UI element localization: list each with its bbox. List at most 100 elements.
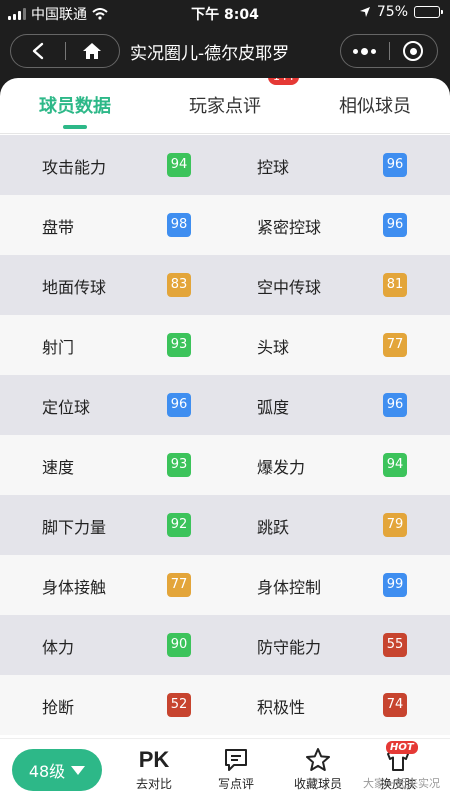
more-button[interactable]: [341, 35, 389, 67]
stat-item: 盘带 98: [0, 195, 225, 255]
star-icon: [306, 748, 330, 771]
stat-item: 空中传球 81: [225, 255, 450, 315]
stat-label: 地面传球: [42, 278, 107, 297]
tab-label: 球员数据: [39, 96, 111, 117]
dropdown-triangle-icon: [71, 765, 86, 775]
title-bar: 实况圈儿-德尔皮耶罗: [0, 26, 450, 76]
location-arrow-icon: [359, 7, 370, 17]
compare-button[interactable]: PK 去对比: [122, 747, 186, 792]
stat-value-badge: 77: [167, 573, 191, 597]
stat-item: 定位球 96: [0, 375, 225, 435]
comment-icon: [225, 749, 247, 771]
stat-item: 身体控制 99: [225, 555, 450, 615]
stat-value-badge: 79: [383, 513, 407, 537]
stat-value-badge: 55: [383, 633, 407, 657]
stat-label: 紧密控球: [257, 218, 322, 237]
stat-row: 地面传球 83 空中传球 81: [0, 255, 450, 315]
stat-value-badge: 96: [383, 393, 407, 417]
stat-item: 身体接触 77: [0, 555, 225, 615]
stat-value-badge: 81: [383, 273, 407, 297]
watermark-text: 大家一起来实况: [363, 777, 440, 790]
stat-value-badge: 93: [167, 453, 191, 477]
stat-value-badge: 98: [167, 213, 191, 237]
favorite-label: 收藏球员: [293, 777, 342, 791]
more-capsule: [340, 34, 438, 68]
tab-label: 玩家点评: [189, 96, 261, 117]
stat-label: 爆发力: [257, 458, 306, 477]
stat-value-badge: 94: [383, 453, 407, 477]
stat-value-badge: 96: [167, 393, 191, 417]
target-icon: [403, 41, 424, 61]
stat-item: 攻击能力 94: [0, 135, 225, 195]
stat-item: 跳跃 79: [225, 495, 450, 555]
stat-row: 定位球 96 弧度 96: [0, 375, 450, 435]
stat-label: 控球: [257, 158, 290, 177]
pk-icon: PK: [138, 747, 170, 772]
home-button[interactable]: [66, 35, 120, 67]
stats-list: 攻击能力 94 控球 96 盘带 98 紧密控球 96 地面传球 83 空中传球 81 射门 93 头球 77…: [0, 135, 450, 735]
stat-value-badge: 83: [167, 273, 191, 297]
page-title: 实况圈儿-德尔皮耶罗: [130, 44, 290, 64]
hot-badge: HOT: [386, 741, 418, 754]
write-review-button[interactable]: 写点评: [204, 747, 268, 792]
tab-player-data[interactable]: 球员数据: [0, 78, 150, 133]
stat-row: 盘带 98 紧密控球 96: [0, 195, 450, 255]
status-right: 75%: [359, 4, 443, 20]
stat-label: 身体接触: [42, 578, 107, 597]
tab-label: 相似球员: [339, 96, 411, 117]
stat-item: 速度 93: [0, 435, 225, 495]
stat-item: 体力 90: [0, 615, 225, 675]
stat-item: 地面传球 83: [0, 255, 225, 315]
stat-row: 抢断 52 积极性 74: [0, 675, 450, 735]
stat-label: 盘带: [42, 218, 75, 237]
stat-value-badge: 90: [167, 633, 191, 657]
stat-row: 身体接触 77 身体控制 99: [0, 555, 450, 615]
tab-similar-players[interactable]: 相似球员: [300, 78, 450, 133]
home-icon: [83, 43, 102, 59]
stat-label: 头球: [257, 338, 290, 357]
stat-value-badge: 94: [167, 153, 191, 177]
tab-bar: 球员数据 玩家点评 144 相似球员: [0, 78, 450, 134]
favorite-player-button[interactable]: 收藏球员: [286, 747, 350, 792]
stat-item: 头球 77: [225, 315, 450, 375]
stat-label: 身体控制: [257, 578, 322, 597]
level-label: 48级: [28, 762, 66, 781]
battery-icon: [414, 6, 443, 18]
stat-value-badge: 96: [383, 153, 407, 177]
compare-label: 去对比: [135, 777, 172, 791]
stat-label: 射门: [42, 338, 75, 357]
stat-item: 弧度 96: [225, 375, 450, 435]
write-review-label: 写点评: [217, 777, 254, 791]
main-content: 球员数据 玩家点评 144 相似球员 攻击能力 94 控球 96 盘带 98 紧密控球 96 地…: [0, 78, 450, 738]
stat-item: 脚下力量 92: [0, 495, 225, 555]
status-bar: 中国联通 下午 8:04 75%: [0, 0, 450, 26]
stat-item: 抢断 52: [0, 675, 225, 735]
stat-item: 爆发力 94: [225, 435, 450, 495]
more-dots-icon: [353, 47, 377, 55]
stat-label: 防守能力: [257, 638, 322, 657]
stat-value-badge: 77: [383, 333, 407, 357]
back-arrow-icon: [32, 42, 43, 60]
stat-value-badge: 93: [167, 333, 191, 357]
stat-label: 积极性: [257, 698, 306, 717]
stat-label: 定位球: [42, 398, 91, 417]
stat-item: 紧密控球 96: [225, 195, 450, 255]
tab-player-reviews[interactable]: 玩家点评 144: [150, 78, 300, 133]
stat-label: 脚下力量: [42, 518, 107, 537]
stat-item: 射门 93: [0, 315, 225, 375]
stat-value-badge: 92: [167, 513, 191, 537]
close-miniprogram-button[interactable]: [390, 35, 438, 67]
nav-capsule: [10, 34, 120, 68]
level-selector-button[interactable]: 48级: [12, 749, 102, 791]
stat-value-badge: 74: [383, 693, 407, 717]
stat-row: 速度 93 爆发力 94: [0, 435, 450, 495]
stat-label: 攻击能力: [42, 158, 107, 177]
stat-row: 攻击能力 94 控球 96: [0, 135, 450, 195]
stat-label: 弧度: [257, 398, 290, 417]
stat-row: 体力 90 防守能力 55: [0, 615, 450, 675]
stat-item: 积极性 74: [225, 675, 450, 735]
review-count-badge: 144: [268, 78, 299, 85]
stat-row: 射门 93 头球 77: [0, 315, 450, 375]
stat-label: 空中传球: [257, 278, 322, 297]
back-button[interactable]: [11, 35, 65, 67]
